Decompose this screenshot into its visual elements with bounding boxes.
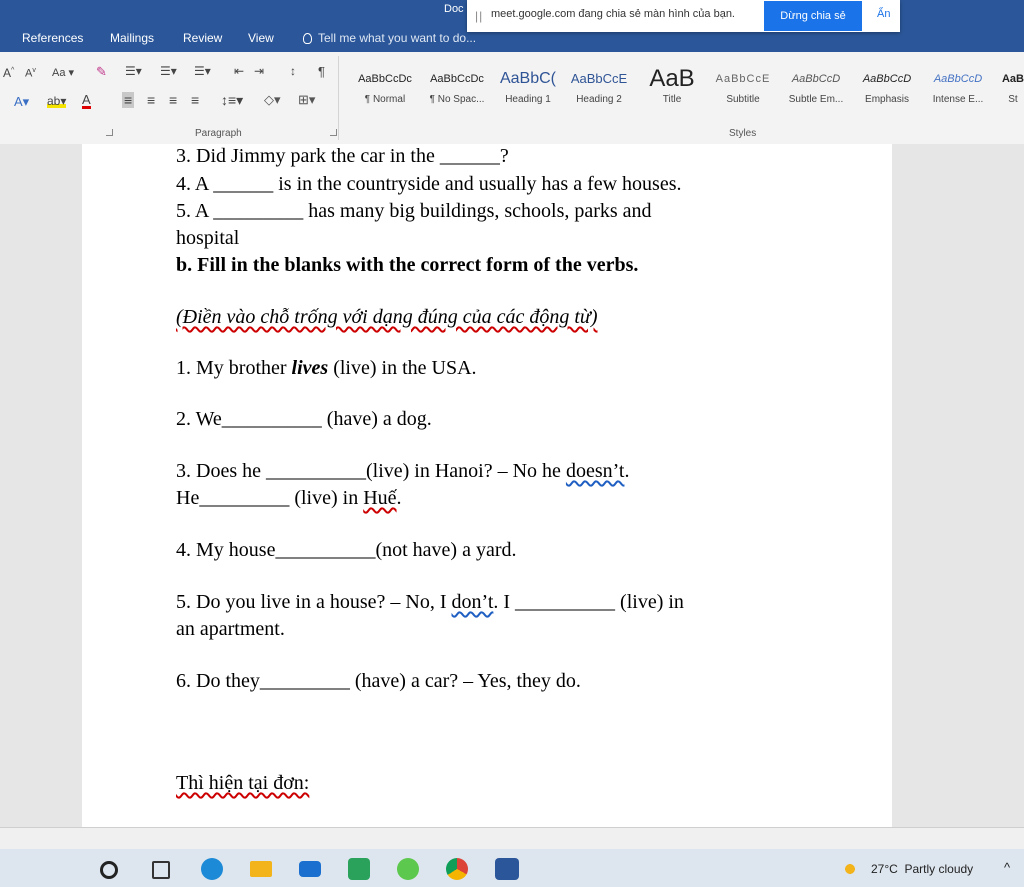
- edge-browser-icon[interactable]: [201, 858, 223, 880]
- screen-share-bar: || meet.google.com đang chia sẻ màn hình…: [467, 0, 900, 32]
- tell-me-text: Tell me what you want to do...: [318, 31, 477, 45]
- tab-view[interactable]: View: [248, 31, 274, 45]
- show-formatting-icon[interactable]: ¶: [318, 64, 325, 79]
- multilevel-list-icon[interactable]: ☰▾: [194, 64, 211, 78]
- status-bar: [0, 827, 1024, 850]
- mail-icon[interactable]: [299, 861, 321, 877]
- question-5-continued: hospital: [176, 227, 240, 249]
- weather-widget[interactable]: 27°C Partly cloudy: [871, 862, 973, 876]
- font-dialog-launcher-icon[interactable]: [106, 129, 113, 136]
- tab-mailings[interactable]: Mailings: [110, 31, 154, 45]
- style-strong[interactable]: AaB St: [998, 66, 1024, 105]
- style-normal[interactable]: AaBbCcDc ¶ Normal: [354, 66, 416, 105]
- section-b-translation: (Điền vào chỗ trống với dạng đúng của cá…: [176, 306, 598, 328]
- numbering-icon[interactable]: ☰▾: [160, 64, 177, 78]
- exercise-6: 6. Do they_________ (have) a car? – Yes,…: [176, 670, 581, 692]
- align-center-icon[interactable]: ≡: [147, 92, 155, 108]
- increase-indent-icon[interactable]: ⇥: [254, 64, 264, 78]
- task-view-icon[interactable]: [152, 861, 170, 879]
- shrink-font-button[interactable]: Av: [25, 67, 36, 80]
- style-intense-emphasis[interactable]: AaBbCcD Intense E...: [926, 66, 990, 105]
- tab-references[interactable]: References: [22, 31, 83, 45]
- question-5: 5. A _________ has many big buildings, s…: [176, 200, 652, 222]
- style-subtitle[interactable]: AaBbCcE Subtitle: [711, 66, 775, 105]
- lightbulb-icon: [303, 33, 312, 44]
- drag-handle-icon[interactable]: ||: [475, 9, 483, 23]
- exercise-1: 1. My brother lives (live) in the USA.: [176, 357, 477, 379]
- app-icon[interactable]: [397, 858, 419, 880]
- clear-formatting-icon[interactable]: ✎: [96, 64, 107, 80]
- style-heading-1[interactable]: AaBbC(Heading 1: [496, 66, 560, 105]
- document-area[interactable]: 3. Did Jimmy park the car in the ______?…: [0, 144, 1024, 827]
- highlight-icon[interactable]: ab▾: [47, 94, 67, 108]
- tab-review[interactable]: Review: [183, 31, 222, 45]
- line-spacing-icon[interactable]: ↕≡▾: [221, 92, 243, 109]
- exercise-5-continued: an apartment.: [176, 618, 285, 640]
- exercise-3: 3. Does he __________(live) in Hanoi? – …: [176, 460, 630, 482]
- paragraph-dialog-launcher-icon[interactable]: [330, 129, 337, 136]
- exercise-4: 4. My house__________(not have) a yard.: [176, 539, 517, 561]
- document-page[interactable]: 3. Did Jimmy park the car in the ______?…: [82, 144, 892, 827]
- style-title[interactable]: AaB Title: [640, 66, 704, 106]
- decrease-indent-icon[interactable]: ⇤: [234, 64, 244, 78]
- document-title: Doc: [444, 3, 464, 15]
- hide-button[interactable]: Ẩn: [877, 8, 890, 20]
- style-subtle-emphasis[interactable]: AaBbCcD Subtle Em...: [783, 66, 849, 105]
- ribbon-divider: [338, 56, 339, 140]
- file-explorer-icon[interactable]: [250, 861, 272, 877]
- meet-app-icon[interactable]: [348, 858, 370, 880]
- paragraph-group-label: Paragraph: [195, 128, 242, 139]
- align-left-icon[interactable]: ≡: [122, 92, 135, 108]
- stop-sharing-button[interactable]: Dừng chia sẻ: [764, 1, 862, 31]
- style-heading-2[interactable]: AaBbCcE Heading 2: [567, 66, 631, 105]
- show-hidden-icons-chevron-icon[interactable]: ^: [1004, 860, 1010, 875]
- taskbar: 27°C Partly cloudy ^: [0, 849, 1024, 887]
- weather-icon[interactable]: [842, 862, 862, 876]
- question-3: 3. Did Jimmy park the car in the ______?: [176, 145, 509, 167]
- styles-group-label: Styles: [729, 128, 757, 139]
- exercise-3-continued: He_________ (live) in Huế.: [176, 487, 402, 509]
- justify-icon[interactable]: ≡: [191, 92, 199, 108]
- ribbon: A^ Av Aa ▾ ✎ ☰▾ ☰▾ ☰▾ ⇤ ⇥ ↕ ¶ A▾ ab▾ A ≡…: [0, 52, 1024, 145]
- exercise-5: 5. Do you live in a house? – No, I don’t…: [176, 591, 684, 613]
- exercise-2: 2. We__________ (have) a dog.: [176, 408, 432, 430]
- share-message: meet.google.com đang chia sẻ màn hình củ…: [491, 8, 735, 20]
- font-color-icon[interactable]: A: [82, 93, 91, 109]
- style-no-spacing[interactable]: AaBbCcDc ¶ No Spac...: [424, 66, 490, 105]
- chrome-icon[interactable]: [446, 858, 468, 880]
- align-right-icon[interactable]: ≡: [169, 92, 177, 108]
- grow-font-button[interactable]: A^: [3, 66, 14, 80]
- shading-icon[interactable]: ◇▾: [264, 92, 281, 108]
- question-4: 4. A ______ is in the countryside and us…: [176, 173, 682, 195]
- sort-icon[interactable]: ↕: [290, 64, 296, 78]
- section-b-heading: b. Fill in the blanks with the correct f…: [176, 254, 639, 276]
- word-icon[interactable]: [495, 858, 519, 880]
- present-simple-heading: Thì hiện tại đơn:: [176, 772, 310, 794]
- tell-me-box[interactable]: Tell me what you want to do...: [303, 31, 476, 45]
- bullets-icon[interactable]: ☰▾: [125, 64, 142, 78]
- start-search-icon[interactable]: [100, 861, 118, 879]
- text-effects-icon[interactable]: A▾: [14, 94, 29, 110]
- change-case-button[interactable]: Aa ▾: [52, 66, 74, 79]
- borders-icon[interactable]: ⊞▾: [298, 92, 315, 108]
- style-emphasis[interactable]: AaBbCcD Emphasis: [855, 66, 919, 105]
